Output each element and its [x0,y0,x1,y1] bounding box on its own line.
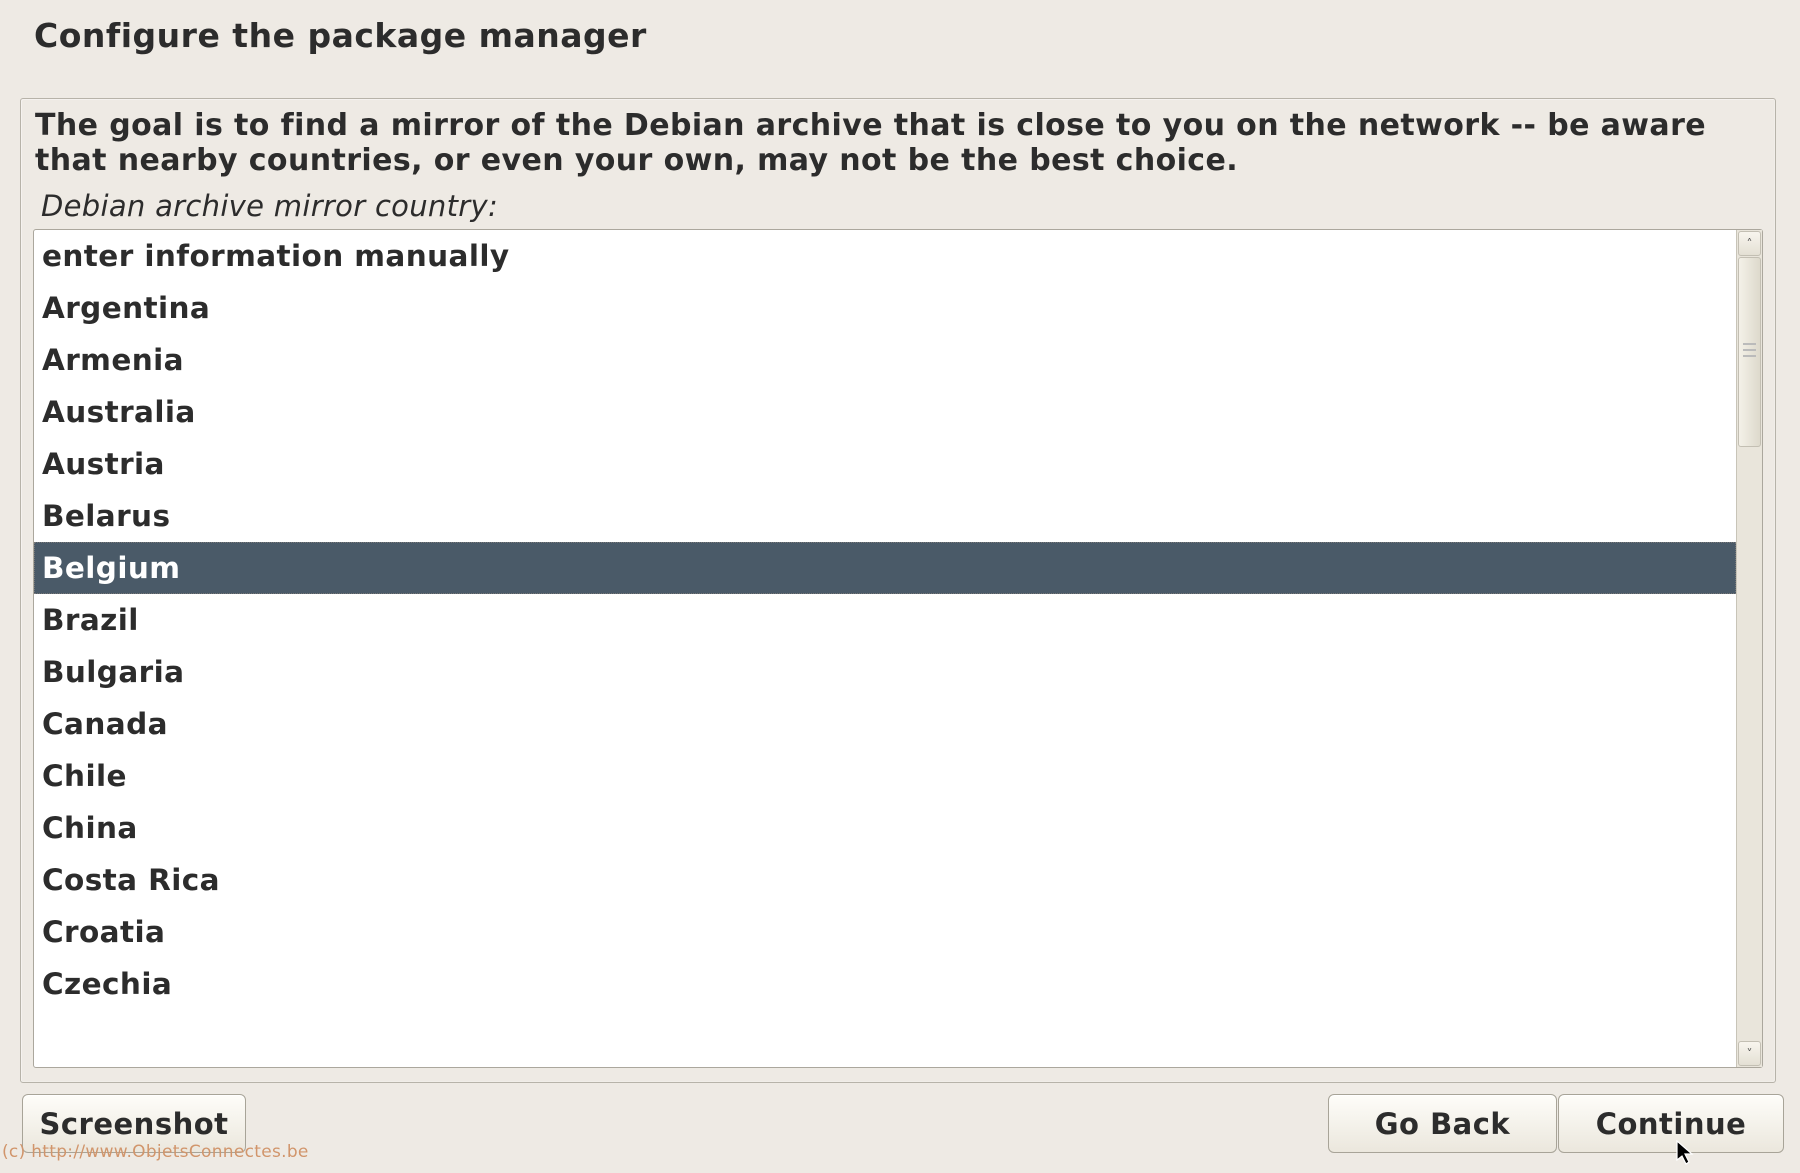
list-item[interactable]: Belgium [34,542,1736,594]
go-back-button[interactable]: Go Back [1328,1094,1557,1153]
list-item[interactable]: Austria [34,438,1736,490]
list-item[interactable]: Costa Rica [34,854,1736,906]
list-item[interactable]: enter information manually [34,230,1736,282]
list-item[interactable]: Armenia [34,334,1736,386]
scrollbar[interactable]: ˄ ˅ [1736,230,1762,1067]
listbox-viewport[interactable]: enter information manuallyArgentinaArmen… [34,230,1736,1067]
list-item[interactable]: Chile [34,750,1736,802]
watermark-text: (c) http://www.ObjetsConnectes.be [2,1142,309,1162]
continue-button[interactable]: Continue [1558,1094,1784,1153]
prompt-label: Debian archive mirror country: [41,189,498,223]
list-item[interactable]: Croatia [34,906,1736,958]
list-item[interactable]: Brazil [34,594,1736,646]
list-item[interactable]: Argentina [34,282,1736,334]
scroll-down-button[interactable]: ˅ [1738,1041,1761,1066]
description-text: The goal is to find a mirror of the Debi… [35,109,1761,178]
scrollbar-thumb[interactable] [1738,257,1761,447]
main-panel: The goal is to find a mirror of the Debi… [20,98,1776,1083]
list-item[interactable]: Canada [34,698,1736,750]
mirror-country-listbox[interactable]: enter information manuallyArgentinaArmen… [33,229,1763,1068]
list-item[interactable]: Belarus [34,490,1736,542]
list-item[interactable]: Czechia [34,958,1736,1010]
scrollbar-track[interactable] [1738,257,1761,1040]
list-item[interactable]: China [34,802,1736,854]
list-item[interactable]: Australia [34,386,1736,438]
list-item[interactable]: Bulgaria [34,646,1736,698]
scroll-up-button[interactable]: ˄ [1738,231,1761,256]
page-title: Configure the package manager [34,16,647,55]
